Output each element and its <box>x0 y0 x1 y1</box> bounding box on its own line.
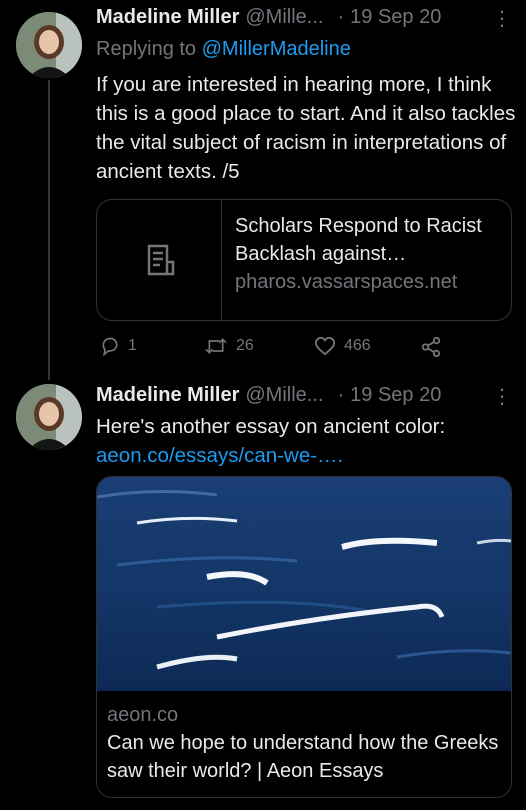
card-title: Can we hope to understand how the Greeks… <box>107 732 499 782</box>
retweet-icon <box>205 338 227 354</box>
card-domain: aeon.co <box>107 704 179 726</box>
reply-mention-link[interactable]: @MillerMadeline <box>202 38 351 60</box>
share-icon <box>421 336 441 358</box>
avatar[interactable] <box>16 384 82 450</box>
reply-prefix: Replying to <box>96 38 197 60</box>
thread-connector-line <box>48 80 50 380</box>
reply-count: 1 <box>128 337 137 354</box>
display-name[interactable]: Madeline Miller <box>96 384 239 407</box>
separator-dot: · <box>337 6 345 28</box>
user-handle[interactable]: @Mille... <box>245 6 323 29</box>
tweet-link[interactable]: aeon.co/essays/can-we-…. <box>96 441 516 470</box>
reply-context: Replying to @MillerMadeline <box>96 38 351 61</box>
share-button[interactable] <box>420 336 442 358</box>
tweet-date[interactable]: 19 Sep 20 <box>350 384 441 407</box>
tweet-text-body: Here's another essay on ancient color: <box>96 415 446 438</box>
like-count: 466 <box>344 337 371 354</box>
media-link-card[interactable]: aeon.co Can we hope to understand how th… <box>96 476 512 798</box>
retweet-count: 26 <box>236 337 254 354</box>
link-preview-card[interactable]: Scholars Respond to Racist Backlash agai… <box>96 199 512 321</box>
avatar[interactable] <box>16 12 82 78</box>
display-name[interactable]: Madeline Miller <box>96 6 239 29</box>
card-domain: pharos.vassarspaces.net <box>235 271 458 293</box>
more-options-icon[interactable]: ⋮ <box>492 6 512 31</box>
user-handle[interactable]: @Mille... <box>245 384 323 407</box>
tweet-actions: 1 26 466 <box>96 336 516 360</box>
tweet-text: If you are interested in hearing more, I… <box>96 73 516 183</box>
more-options-icon[interactable]: ⋮ <box>492 384 512 409</box>
document-icon <box>147 244 175 276</box>
reply-icon <box>102 337 118 356</box>
ocean-waves-image <box>97 477 511 691</box>
tweet-date[interactable]: 19 Sep 20 <box>350 6 441 29</box>
retweet-button[interactable]: 26 <box>204 336 254 356</box>
card-title: Scholars Respond to Racist Backlash agai… <box>235 215 482 265</box>
heart-icon <box>314 336 336 356</box>
reply-button[interactable]: 1 <box>100 336 137 356</box>
card-thumbnail <box>97 200 222 320</box>
like-button[interactable]: 466 <box>314 336 371 356</box>
separator-dot: · <box>337 384 345 406</box>
tweet-text: Here's another essay on ancient color: a… <box>96 412 516 470</box>
